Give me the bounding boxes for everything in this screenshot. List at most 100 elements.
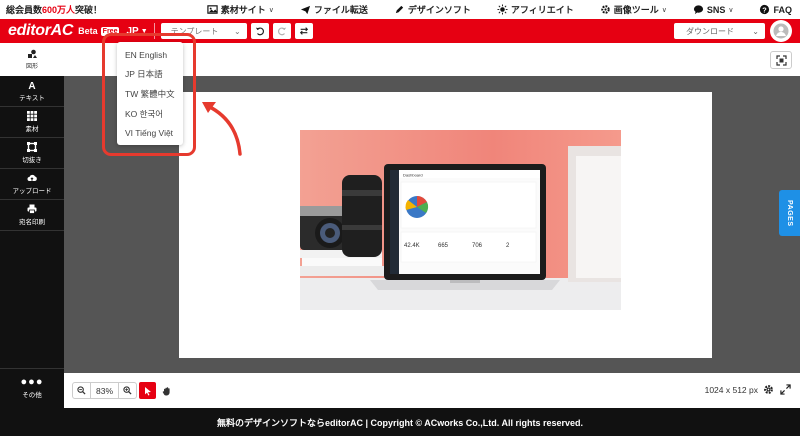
chevron-down-icon: ∨ xyxy=(661,6,667,14)
sidebar-item-more[interactable]: ●●● その他 xyxy=(0,368,64,408)
sidebar-item-upload[interactable]: アップロード xyxy=(0,169,64,200)
chevron-down-icon: ⌄ xyxy=(752,26,759,36)
fit-screen-icon xyxy=(775,54,787,66)
sidebar-item-label: 図形 xyxy=(25,64,38,70)
swap-button[interactable] xyxy=(294,23,313,39)
nav-label: 素材サイト xyxy=(220,5,266,15)
settings-gear-icon[interactable] xyxy=(763,384,774,395)
user-icon xyxy=(773,23,789,39)
sidebar-item-address-print[interactable]: 宛名印刷 xyxy=(0,200,64,231)
laptop-photo-illustration: Dashboard 42.4K 665 706 2 xyxy=(300,130,621,310)
stat-value: 665 xyxy=(438,243,449,249)
language-code: JP xyxy=(126,25,139,37)
chevron-down-icon: ⌄ xyxy=(233,26,241,36)
nav-label: ファイル転送 xyxy=(313,5,368,15)
redo-button[interactable] xyxy=(272,23,291,39)
sidebar-item-text[interactable]: A テキスト xyxy=(0,76,64,107)
sidebar-item-crop[interactable]: 切抜き xyxy=(0,138,64,169)
language-selector[interactable]: JP ▼ xyxy=(126,26,147,37)
top-nav: 素材サイト ∨ ファイル転送 デザインソフト アフィリエイト 画像ツール ∨ SNS… xyxy=(207,3,800,16)
nav-file-transfer[interactable]: ファイル転送 xyxy=(300,3,394,16)
stat-value: 42.4K xyxy=(404,243,420,249)
laptop-photo[interactable]: Dashboard 42.4K 665 706 2 xyxy=(300,130,621,310)
chevron-down-icon: ∨ xyxy=(268,6,274,14)
language-option-ko[interactable]: KO 한국어 xyxy=(117,104,183,124)
free-badge: Free xyxy=(100,26,120,36)
language-option-tw[interactable]: TW 繁體中文 xyxy=(117,84,183,104)
select-mode-button[interactable] xyxy=(139,382,156,399)
nav-label: アフィリエイト xyxy=(510,5,574,15)
bottom-toolbar: 83% 1024 x 512 px xyxy=(64,373,800,408)
beta-label: Beta xyxy=(78,26,98,36)
promo-suffix: 突破！ xyxy=(75,5,103,15)
zoom-in-button[interactable] xyxy=(119,383,136,398)
plane-icon xyxy=(300,5,310,15)
sidebar-item-label: 素材 xyxy=(25,126,39,133)
language-option-en[interactable]: EN English xyxy=(117,45,183,65)
image-icon xyxy=(207,5,218,14)
caret-down-icon: ▼ xyxy=(140,27,148,35)
template-select[interactable]: テンプレート ⌄ xyxy=(160,23,247,39)
divider xyxy=(153,23,155,39)
fullscreen-icon[interactable] xyxy=(780,384,791,395)
sidebar-item-shapes[interactable]: 図形 xyxy=(0,43,64,76)
cursor-arrow-icon xyxy=(144,386,151,395)
printer-icon xyxy=(27,204,37,214)
redo-icon xyxy=(277,27,286,36)
undo-button[interactable] xyxy=(250,23,269,39)
nav-affiliate[interactable]: アフィリエイト xyxy=(497,3,600,16)
nav-faq[interactable]: ? FAQ xyxy=(759,4,800,15)
sidebar-item-label: アップロード xyxy=(12,188,52,195)
question-icon: ? xyxy=(760,4,770,14)
more-dots-icon: ●●● xyxy=(20,376,44,388)
chevron-down-icon: ∨ xyxy=(728,6,734,14)
logo[interactable]: editorAC xyxy=(8,22,73,40)
sidebar: A テキスト 素材 切抜き アップロード 宛名印刷 ●●● その他 xyxy=(0,76,64,408)
nav-image-tools[interactable]: 画像ツール ∨ xyxy=(600,3,693,16)
nav-label: 画像ツール xyxy=(613,5,659,15)
shapes-icon xyxy=(28,49,37,58)
nav-label: FAQ xyxy=(773,4,792,15)
text-icon: A xyxy=(28,81,35,90)
swap-icon xyxy=(299,27,308,35)
zoom-control: 83% xyxy=(72,382,138,399)
language-option-vi[interactable]: VI Tiếng Việt xyxy=(117,123,183,143)
language-option-jp[interactable]: JP 日本語 xyxy=(117,65,183,85)
language-menu: EN English JP 日本語 TW 繁體中文 KO 한국어 VI Tiến… xyxy=(117,42,183,145)
nav-sns[interactable]: SNS ∨ xyxy=(693,4,760,15)
sidebar-item-label: 宛名印刷 xyxy=(19,219,45,226)
sidebar-item-label: その他 xyxy=(22,392,42,399)
sun-icon xyxy=(497,4,508,15)
crop-icon xyxy=(27,142,37,152)
canvas-dimensions: 1024 x 512 px xyxy=(704,385,758,395)
zoom-out-icon xyxy=(77,386,86,395)
cursor-mode-group xyxy=(139,382,175,399)
footer: 無料のデザインソフトならeditorAC | Copyright © ACwor… xyxy=(0,408,800,436)
zoom-level[interactable]: 83% xyxy=(90,383,120,398)
cloud-upload-icon xyxy=(27,174,37,181)
hand-mode-button[interactable] xyxy=(158,382,175,399)
nav-material-site[interactable]: 素材サイト ∨ xyxy=(207,3,300,16)
nav-design-software[interactable]: デザインソフト xyxy=(394,3,497,16)
zoom-in-icon xyxy=(123,386,132,395)
chat-icon xyxy=(693,5,703,15)
member-count-promo: 総会員数600万人突破！ xyxy=(6,3,102,16)
dashboard-title: Dashboard xyxy=(403,173,423,178)
template-select-label: テンプレート xyxy=(170,26,219,36)
nav-label: デザインソフト xyxy=(407,5,471,15)
stat-value: 706 xyxy=(472,243,483,249)
hand-icon xyxy=(162,386,170,396)
fit-to-screen-button[interactable] xyxy=(770,51,792,69)
pen-icon xyxy=(395,5,404,14)
sidebar-item-materials[interactable]: 素材 xyxy=(0,107,64,138)
promo-prefix: 総会員数 xyxy=(6,5,43,15)
download-label: ダウンロード xyxy=(686,26,734,36)
zoom-out-button[interactable] xyxy=(73,383,90,398)
user-avatar[interactable] xyxy=(770,20,792,42)
download-button[interactable]: ダウンロード ⌄ xyxy=(674,23,765,39)
nav-label: SNS xyxy=(706,4,726,15)
pages-tab[interactable]: PAGES xyxy=(779,190,800,236)
promo-highlight: 600万人 xyxy=(42,5,76,15)
grid-icon xyxy=(27,111,37,121)
sidebar-item-label: 切抜き xyxy=(22,157,42,164)
